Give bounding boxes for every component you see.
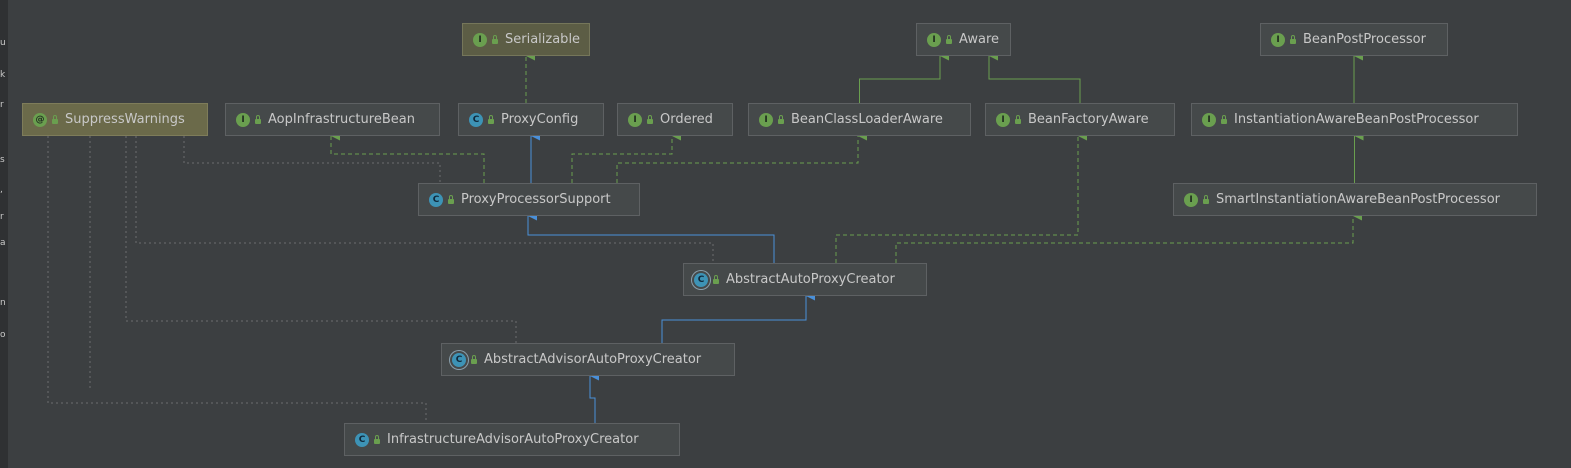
- public-visibility-icon: [712, 275, 720, 284]
- class-icon: C: [355, 432, 369, 447]
- node-aware[interactable]: I Aware: [916, 23, 1011, 56]
- node-infrastructureadvisorautoproxycreator[interactable]: C InfrastructureAdvisorAutoProxyCreator: [344, 423, 680, 456]
- node-label: Serializable: [505, 32, 581, 47]
- node-beanpostprocessor[interactable]: I BeanPostProcessor: [1260, 23, 1448, 56]
- public-visibility-icon: [491, 35, 499, 44]
- abstract-class-icon: C: [452, 352, 466, 367]
- public-visibility-icon: [254, 115, 262, 124]
- node-label: ProxyConfig: [501, 112, 579, 127]
- edge-infrastructureadvisorautoproxycreator-to-abstractadvisorautoproxycreator: [589, 371, 599, 423]
- class-icon: C: [469, 112, 483, 127]
- interface-icon: I: [236, 112, 250, 127]
- node-instantiationawarebeanpostprocessor[interactable]: I InstantiationAwareBeanPostProcessor: [1191, 103, 1518, 136]
- annotation-link-3: [125, 136, 517, 343]
- public-visibility-icon: [51, 115, 59, 124]
- node-label: AbstractAdvisorAutoProxyCreator: [484, 352, 702, 367]
- public-visibility-icon: [373, 435, 381, 444]
- edge-proxyprocessorsupport-to-beanclassloaderaware: [616, 131, 867, 183]
- node-suppresswarnings[interactable]: @ SuppressWarnings: [22, 103, 208, 136]
- node-label: BeanPostProcessor: [1303, 32, 1426, 47]
- node-label: SuppressWarnings: [65, 112, 185, 127]
- edge-abstractautoproxycreator-to-beanfactoryaware: [835, 131, 1087, 263]
- public-visibility-icon: [470, 355, 478, 364]
- node-label: InstantiationAwareBeanPostProcessor: [1234, 112, 1479, 127]
- public-visibility-icon: [945, 35, 953, 44]
- interface-icon: I: [1184, 192, 1198, 207]
- public-visibility-icon: [1289, 35, 1297, 44]
- node-abstractautoproxycreator[interactable]: C AbstractAutoProxyCreator: [683, 263, 927, 296]
- node-label: SmartInstantiationAwareBeanPostProcessor: [1216, 192, 1501, 207]
- node-label: Aware: [959, 32, 1000, 47]
- annotation-link-0: [47, 136, 427, 423]
- class-icon: C: [429, 192, 443, 207]
- node-smartinstantiationawarebeanpostprocessor[interactable]: I SmartInstantiationAwareBeanPostProcesso…: [1173, 183, 1537, 216]
- interface-icon: I: [1271, 32, 1285, 47]
- node-label: AbstractAutoProxyCreator: [726, 272, 895, 287]
- node-label: Ordered: [660, 112, 713, 127]
- node-label: BeanClassLoaderAware: [791, 112, 943, 127]
- interface-icon: I: [473, 32, 487, 47]
- node-beanfactoryaware[interactable]: I BeanFactoryAware: [985, 103, 1175, 136]
- public-visibility-icon: [487, 115, 495, 124]
- interface-icon: I: [628, 112, 642, 127]
- edge-proxyprocessorsupport-to-aopinfrastructurebean: [330, 131, 485, 183]
- node-abstractadvisorautoproxycreator[interactable]: C AbstractAdvisorAutoProxyCreator: [441, 343, 735, 376]
- edge-abstractautoproxycreator-to-proxyprocessorsupport: [527, 211, 775, 263]
- node-beanclassloaderaware[interactable]: I BeanClassLoaderAware: [748, 103, 971, 136]
- node-label: AopInfrastructureBean: [268, 112, 415, 127]
- node-label: InfrastructureAdvisorAutoProxyCreator: [387, 432, 639, 447]
- node-ordered[interactable]: I Ordered: [617, 103, 733, 136]
- node-proxyprocessorsupport[interactable]: C ProxyProcessorSupport: [418, 183, 640, 216]
- interface-icon: I: [759, 112, 773, 127]
- public-visibility-icon: [777, 115, 785, 124]
- node-label: ProxyProcessorSupport: [461, 192, 611, 207]
- interface-icon: I: [1202, 112, 1216, 127]
- uml-class-diagram: I Serializable I Aware I BeanPostProcessor @ Su…: [0, 0, 1571, 468]
- public-visibility-icon: [1202, 195, 1210, 204]
- abstract-class-icon: C: [694, 272, 708, 287]
- public-visibility-icon: [646, 115, 654, 124]
- node-proxyconfig[interactable]: C ProxyConfig: [458, 103, 604, 136]
- public-visibility-icon: [447, 195, 455, 204]
- annotation-link-4: [183, 136, 441, 183]
- public-visibility-icon: [1220, 115, 1228, 124]
- edge-proxyprocessorsupport-to-ordered: [571, 131, 681, 183]
- node-label: BeanFactoryAware: [1028, 112, 1149, 127]
- edge-beanfactoryaware-to-aware: [988, 51, 1081, 103]
- interface-icon: I: [996, 112, 1010, 127]
- diagram-edges: [47, 51, 1364, 423]
- edge-beanclassloaderaware-to-aware: [859, 51, 949, 103]
- node-serializable[interactable]: I Serializable: [462, 23, 590, 56]
- public-visibility-icon: [1014, 115, 1022, 124]
- node-aopinfrastructurebean[interactable]: I AopInfrastructureBean: [225, 103, 440, 136]
- annotation-icon: @: [33, 112, 47, 127]
- interface-icon: I: [927, 32, 941, 47]
- edge-abstractautoproxycreator-to-smartinstantiationawarebeanpostprocessor: [895, 211, 1362, 263]
- edge-abstractadvisorautoproxycreator-to-abstractautoproxycreator: [661, 291, 815, 343]
